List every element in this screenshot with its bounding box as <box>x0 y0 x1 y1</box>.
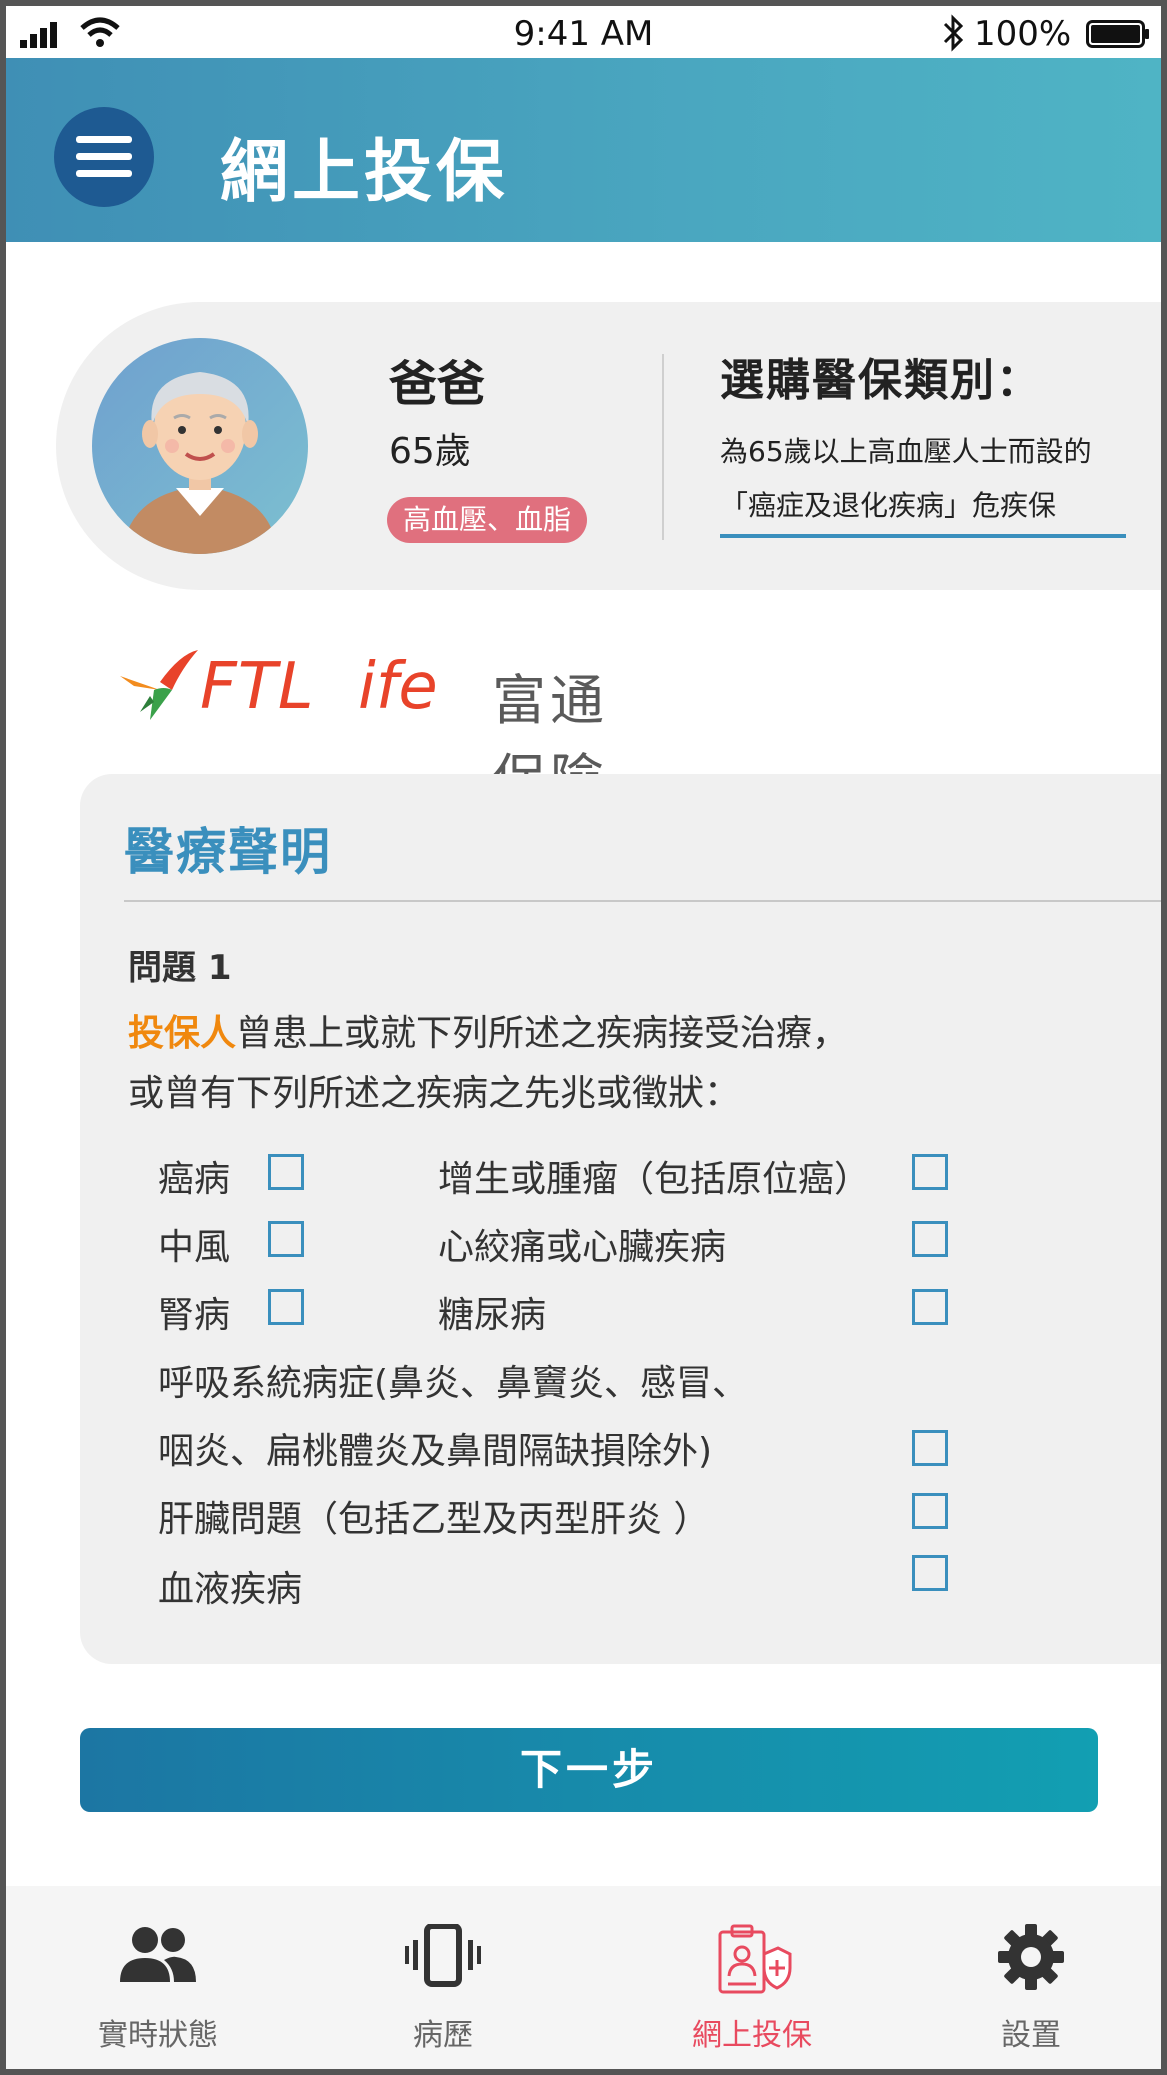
question-highlight: 投保人 <box>128 1013 237 1054</box>
logo-text-life: ife <box>358 650 438 724</box>
bottom-nav: 實時狀態 病歷 網上投保 設置 <box>6 1886 1161 2069</box>
bird-logo-icon <box>114 650 198 720</box>
status-bar: 9:41 AM 100% <box>6 6 1161 58</box>
bluetooth-icon <box>943 14 964 52</box>
plan-description-line1: 為65歲以上高血壓人士而設的 <box>720 435 1092 468</box>
checkbox-liver[interactable] <box>912 1493 948 1529</box>
conditions-badge: 高血壓、血脂 <box>387 497 588 543</box>
checkbox-respiratory[interactable] <box>912 1430 948 1466</box>
question-text-rest: 曾患上或就下列所述之疾病接受治療， <box>236 1013 849 1054</box>
insurance-document-icon <box>718 1924 792 1994</box>
vibrating-phone-icon <box>405 1924 481 1987</box>
profile-age: 65歲 <box>389 431 471 472</box>
nav-item-medical-history[interactable]: 病歷 <box>333 1886 553 2069</box>
checkbox-heart[interactable] <box>912 1221 948 1257</box>
elderly-man-avatar-icon <box>92 338 308 554</box>
battery-percent: 100% <box>974 14 1072 54</box>
menu-button[interactable] <box>54 107 154 207</box>
plan-underline <box>720 534 1126 538</box>
nav-item-online-insurance[interactable]: 網上投保 <box>642 1886 862 2069</box>
nav-item-settings[interactable]: 設置 <box>921 1886 1141 2069</box>
logo-text-ftl: FTL <box>200 650 315 724</box>
checkbox-kidney[interactable] <box>268 1289 304 1325</box>
question-text-line1: 投保人曾患上或就下列所述之疾病接受治療， <box>128 1004 848 1056</box>
nav-label-realtime-status: 實時狀態 <box>98 2018 218 2053</box>
condition-label-kidney: 腎病 <box>158 1295 231 1336</box>
condition-label-growth: 增生或腫瘤（包括原位癌） <box>438 1159 871 1200</box>
app-header: 網上投保 <box>6 58 1161 242</box>
plan-description-line2: 「癌症及退化疾病」危疾保 <box>720 489 1057 522</box>
checkbox-stroke[interactable] <box>268 1221 304 1257</box>
phone-screen: 9:41 AM 100% 網上投保 爸爸 65歲 高血壓、血脂 選購醫保類別： … <box>6 6 1161 2069</box>
condition-label-blood: 血液疾病 <box>158 1569 303 1610</box>
checkbox-cancer[interactable] <box>268 1154 304 1190</box>
question-number: 問題 1 <box>128 948 232 988</box>
checkbox-blood[interactable] <box>912 1555 948 1591</box>
profile-divider <box>662 354 664 540</box>
checkbox-diabetes[interactable] <box>912 1289 948 1325</box>
medical-declaration-title: 醫療聲明 <box>124 823 332 881</box>
people-icon <box>120 1927 196 1982</box>
condition-label-heart: 心絞痛或心臟疾病 <box>438 1227 727 1268</box>
plan-title: 選購醫保類別： <box>720 355 1042 406</box>
condition-label-diabetes: 糖尿病 <box>438 1295 547 1336</box>
condition-label-liver: 肝臟問題（包括乙型及丙型肝炎 ） <box>158 1499 710 1540</box>
nav-label-settings: 設置 <box>1001 2018 1061 2053</box>
nav-label-online-insurance: 網上投保 <box>692 2018 812 2053</box>
condition-label-stroke: 中風 <box>158 1227 231 1268</box>
condition-label-cancer: 癌病 <box>158 1159 231 1200</box>
condition-label-respiratory-line2: 咽炎、扁桃體炎及鼻間隔缺損除外) <box>158 1431 713 1472</box>
nav-item-realtime-status[interactable]: 實時狀態 <box>48 1886 268 2069</box>
page-title: 網上投保 <box>220 133 509 212</box>
checkbox-growth[interactable] <box>912 1154 948 1190</box>
profile-name: 爸爸 <box>389 356 486 412</box>
ftlife-logo: FTL ife 富通保險 <box>110 646 630 811</box>
medical-divider <box>124 900 1161 902</box>
nav-label-medical-history: 病歷 <box>413 2018 473 2053</box>
gear-icon <box>998 1924 1064 1990</box>
hamburger-menu-icon <box>76 136 132 177</box>
condition-label-respiratory-line1: 呼吸系統病症(鼻炎、鼻竇炎、感冒、 <box>158 1363 749 1404</box>
next-step-button[interactable]: 下一步 <box>80 1728 1098 1812</box>
avatar <box>92 338 308 554</box>
question-text-line2: 或曾有下列所述之疾病之先兆或徵狀： <box>128 1073 741 1114</box>
battery-icon <box>1086 20 1149 48</box>
